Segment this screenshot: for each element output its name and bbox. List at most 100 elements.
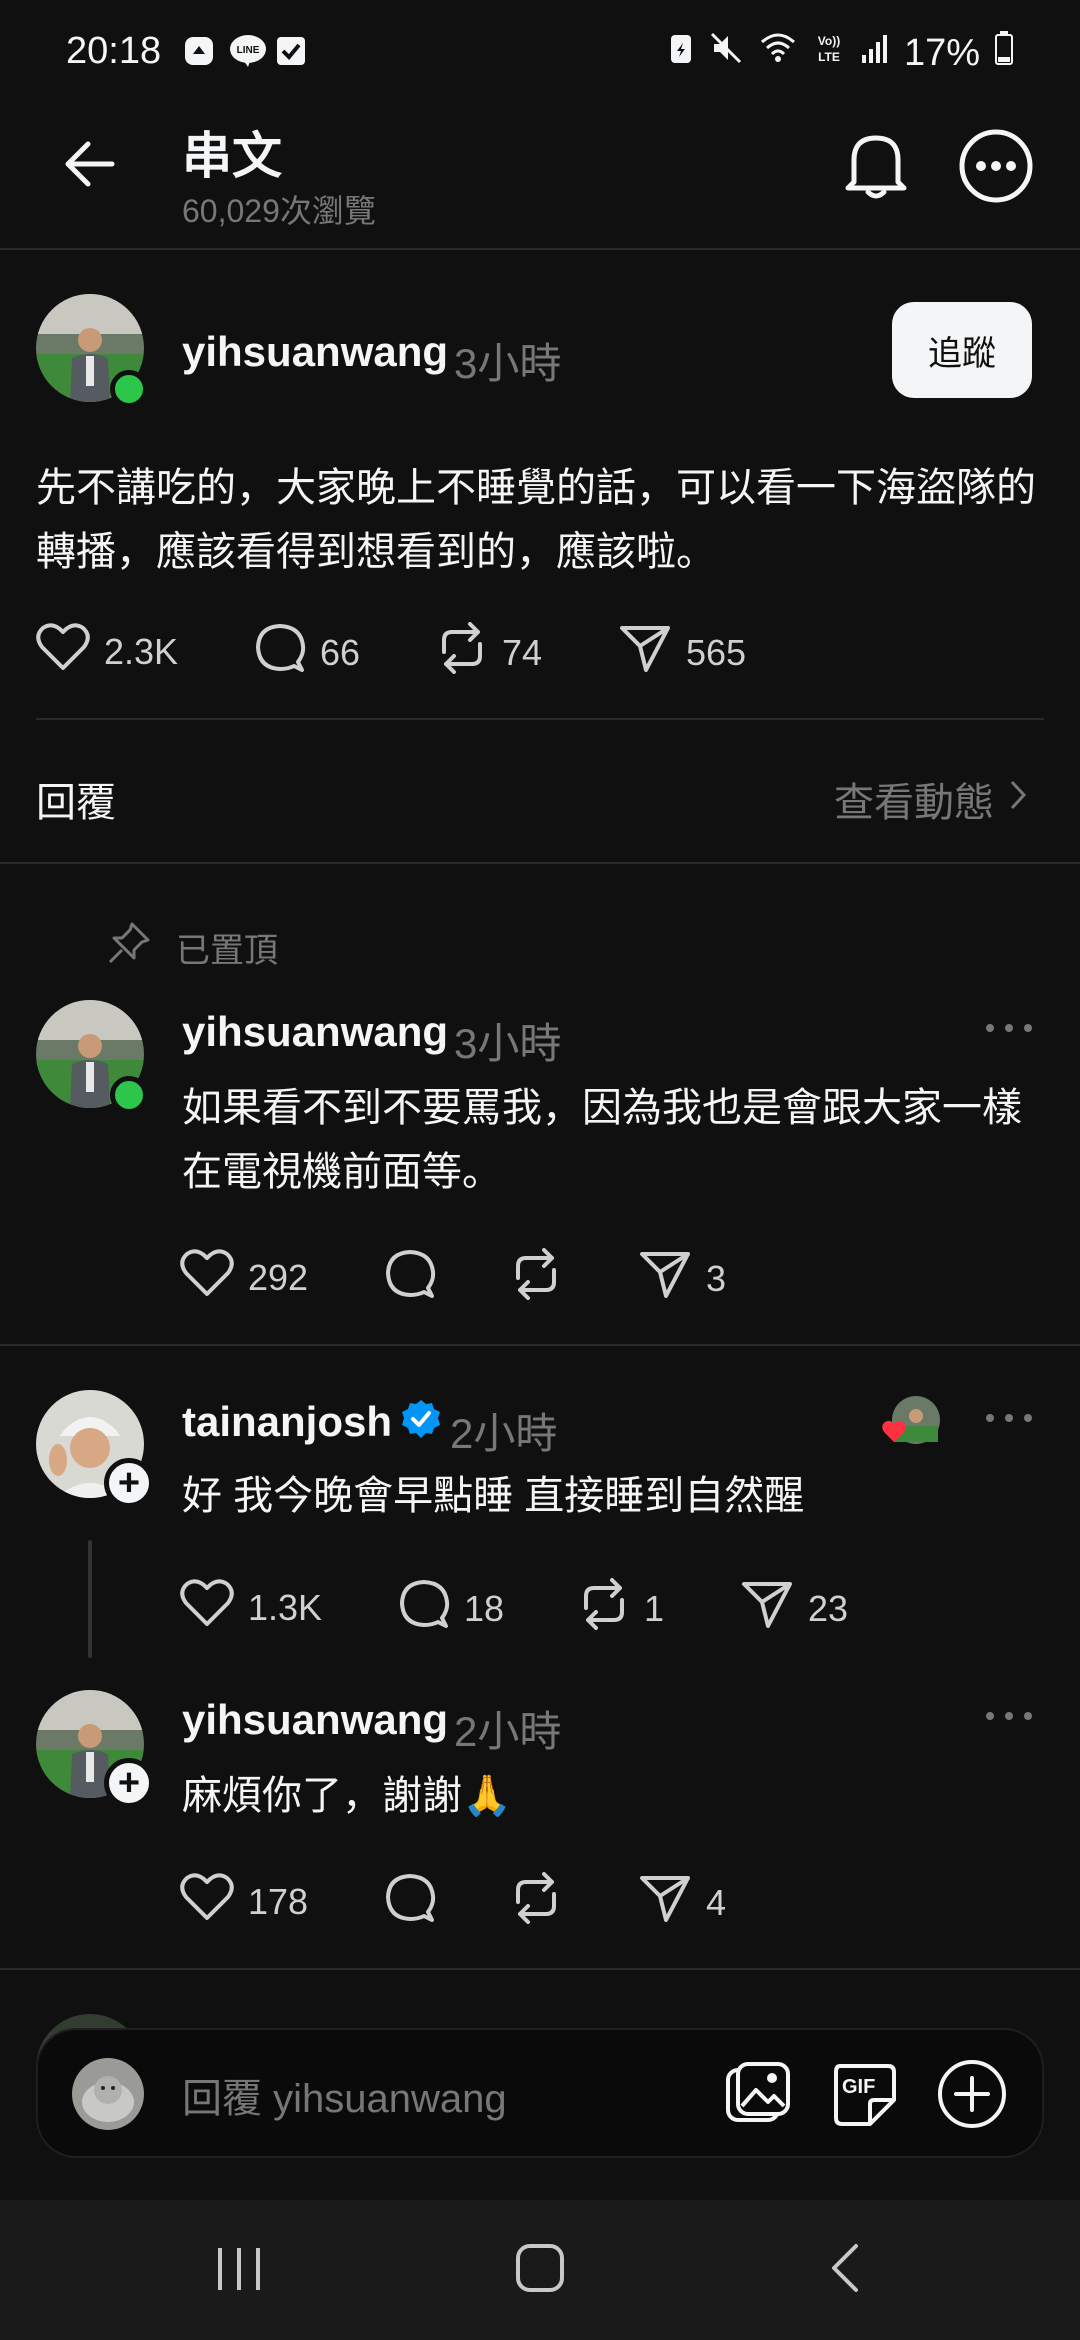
home-icon[interactable] bbox=[514, 2242, 566, 2299]
share-count: 565 bbox=[686, 631, 747, 673]
pin-icon bbox=[106, 920, 152, 975]
reply-divider bbox=[0, 1344, 1080, 1346]
comment-button[interactable]: 66 bbox=[254, 622, 360, 683]
pinned-indicator: 已置頂 bbox=[106, 920, 278, 975]
comment-count: 18 bbox=[464, 1587, 505, 1629]
comment-icon bbox=[384, 1248, 436, 1309]
share-count: 4 bbox=[706, 1881, 727, 1923]
post-time: 3小時 bbox=[454, 340, 562, 387]
repost-count: 74 bbox=[502, 631, 543, 673]
view-activity-label: 查看動態 bbox=[834, 781, 994, 825]
view-count: 60,029次瀏覽 bbox=[182, 193, 376, 229]
more-options-icon[interactable] bbox=[958, 128, 1034, 204]
checkbox-icon bbox=[274, 34, 308, 68]
comment-button[interactable] bbox=[384, 1872, 450, 1933]
section-divider bbox=[0, 862, 1080, 864]
mute-icon bbox=[708, 30, 744, 76]
follow-plus-icon[interactable]: + bbox=[104, 1758, 154, 1808]
view-activity-link[interactable]: 查看動態 bbox=[834, 770, 1028, 828]
like-count: 178 bbox=[248, 1880, 309, 1922]
share-button[interactable]: 565 bbox=[618, 622, 746, 683]
send-icon bbox=[638, 1248, 692, 1309]
reply-time: 2小時 bbox=[450, 1410, 558, 1457]
repost-button[interactable]: 74 bbox=[436, 622, 542, 683]
status-left-icons: LINE bbox=[182, 34, 308, 68]
status-time: 20:18 bbox=[66, 30, 162, 72]
send-icon bbox=[740, 1578, 794, 1639]
system-back-icon[interactable] bbox=[826, 2242, 862, 2299]
share-count: 23 bbox=[808, 1587, 849, 1629]
gif-icon[interactable]: GIF bbox=[830, 2060, 898, 2128]
add-circle-icon[interactable] bbox=[936, 2058, 1008, 2135]
online-status-dot bbox=[110, 1076, 148, 1114]
svg-text:Vo)): Vo)) bbox=[818, 34, 840, 48]
follow-button[interactable]: 追蹤 bbox=[892, 302, 1032, 398]
comment-button[interactable] bbox=[384, 1248, 450, 1309]
repost-icon bbox=[578, 1578, 630, 1639]
liked-by-author-avatar bbox=[880, 1392, 944, 1456]
repost-button[interactable] bbox=[510, 1872, 576, 1933]
comment-count: 66 bbox=[320, 631, 361, 673]
comment-button[interactable]: 18 bbox=[398, 1578, 504, 1639]
verified-badge-icon bbox=[400, 1398, 442, 1445]
online-status-dot bbox=[110, 370, 148, 408]
bell-icon[interactable] bbox=[840, 126, 912, 202]
recent-apps-icon[interactable] bbox=[214, 2244, 264, 2299]
reply-text: 如果看不到不要罵我，因為我也是會跟大家一樣在電視機前面等。 bbox=[182, 1086, 1022, 1194]
share-button[interactable]: 23 bbox=[740, 1578, 848, 1639]
reply-divider bbox=[0, 1968, 1080, 1970]
reply-input[interactable]: 回覆 yihsuanwang bbox=[182, 2066, 507, 2124]
repost-button[interactable]: 1 bbox=[578, 1578, 664, 1639]
gif-label: GIF bbox=[842, 2076, 876, 2098]
follow-plus-icon[interactable]: + bbox=[104, 1458, 154, 1508]
share-button[interactable]: 4 bbox=[638, 1872, 726, 1933]
more-dots-icon[interactable] bbox=[984, 1706, 1034, 1726]
like-count: 2.3K bbox=[104, 630, 179, 672]
svg-text:LINE: LINE bbox=[237, 45, 260, 56]
repost-icon bbox=[436, 622, 488, 683]
comment-icon bbox=[384, 1872, 436, 1933]
chevron-right-icon bbox=[1008, 777, 1028, 822]
line-app-icon: LINE bbox=[228, 34, 266, 68]
post-username[interactable]: yihsuanwang bbox=[182, 328, 448, 376]
like-button[interactable]: 178 bbox=[180, 1872, 308, 1931]
reply-username[interactable]: yihsuanwang bbox=[182, 1696, 448, 1744]
replies-label: 回覆 bbox=[36, 781, 116, 825]
svg-text:LTE: LTE bbox=[818, 50, 840, 64]
header-divider bbox=[0, 248, 1080, 250]
more-dots-icon[interactable] bbox=[984, 1408, 1034, 1428]
like-button[interactable]: 1.3K bbox=[180, 1578, 322, 1637]
reply-username[interactable]: yihsuanwang bbox=[182, 1008, 448, 1056]
image-icon[interactable] bbox=[724, 2060, 792, 2133]
heart-icon bbox=[36, 622, 90, 681]
signal-icon bbox=[860, 31, 890, 75]
comment-icon bbox=[254, 622, 306, 683]
pinned-label: 已置頂 bbox=[176, 932, 278, 970]
reply-username[interactable]: tainanjosh bbox=[182, 1398, 392, 1446]
more-dots-icon[interactable] bbox=[984, 1018, 1034, 1038]
like-button[interactable]: 292 bbox=[180, 1248, 308, 1307]
reply-text: 麻煩你了，謝謝🙏 bbox=[182, 1774, 512, 1818]
volte-icon: Vo)) LTE bbox=[812, 30, 846, 76]
repost-button[interactable] bbox=[510, 1248, 576, 1309]
heart-icon bbox=[180, 1872, 234, 1931]
reply-time: 3小時 bbox=[454, 1020, 562, 1067]
repost-count: 1 bbox=[644, 1587, 665, 1629]
reply-text: 好 我今晚會早點睡 直接睡到自然醒 bbox=[182, 1474, 805, 1518]
avatar bbox=[72, 2058, 144, 2130]
battery-icon bbox=[994, 30, 1014, 76]
battery-level: 17% bbox=[903, 31, 980, 74]
heart-icon bbox=[180, 1578, 234, 1637]
post-text: 先不講吃的，大家晚上不睡覺的話，可以看一下海盜隊的轉播，應該看得到想看到的，應該… bbox=[36, 466, 1036, 574]
thread-line bbox=[88, 1540, 92, 1658]
heart-icon bbox=[180, 1248, 234, 1307]
like-button[interactable]: 2.3K bbox=[36, 622, 178, 681]
share-count: 3 bbox=[706, 1257, 727, 1299]
like-count: 292 bbox=[248, 1256, 309, 1298]
comment-icon bbox=[398, 1578, 450, 1639]
back-arrow-icon[interactable] bbox=[60, 134, 120, 194]
share-button[interactable]: 3 bbox=[638, 1248, 726, 1309]
send-icon bbox=[638, 1872, 692, 1933]
status-right: Vo)) LTE 17% bbox=[668, 30, 1014, 76]
repost-icon bbox=[510, 1872, 562, 1933]
